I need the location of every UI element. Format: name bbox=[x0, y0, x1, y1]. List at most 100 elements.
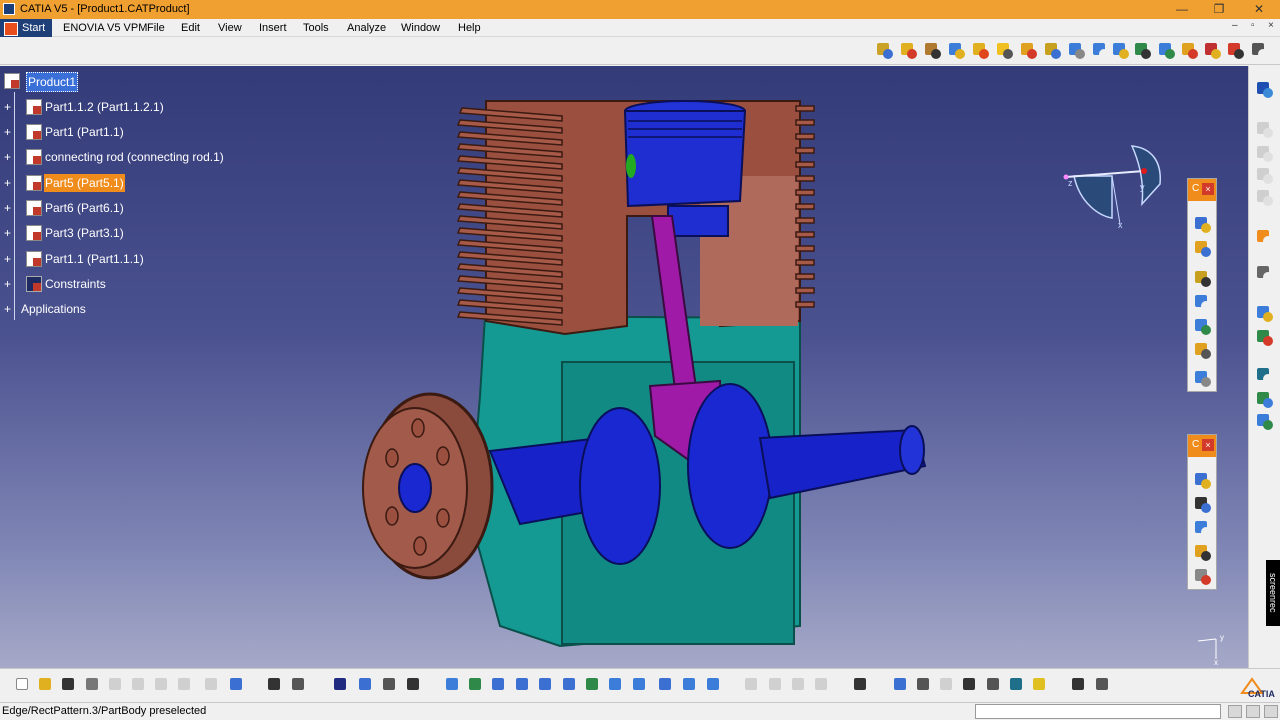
minimize-button[interactable]: — bbox=[1169, 1, 1195, 17]
restore-button[interactable]: ❐ bbox=[1206, 1, 1232, 17]
shading-mode-icon[interactable] bbox=[657, 676, 677, 696]
expand-icon[interactable]: + bbox=[4, 126, 14, 138]
new-file-icon[interactable] bbox=[14, 676, 34, 696]
normal-view-icon[interactable] bbox=[584, 676, 604, 696]
product-management-icon[interactable] bbox=[1193, 215, 1213, 235]
zoom-in-icon[interactable] bbox=[537, 676, 557, 696]
expand-icon[interactable]: + bbox=[4, 177, 14, 189]
floating-toolbar-1[interactable]: C × bbox=[1187, 178, 1217, 392]
rotate-icon[interactable] bbox=[1255, 366, 1275, 386]
menu-enovia[interactable]: ENOVIA V5 VPM bbox=[63, 19, 147, 37]
tree-node-part6[interactable]: + Part6 (Part6.1) bbox=[4, 199, 244, 217]
disabled-tool-icon[interactable] bbox=[1255, 188, 1275, 208]
material-icon[interactable] bbox=[1255, 328, 1275, 348]
expand-icon[interactable]: + bbox=[4, 278, 14, 290]
disabled-tool-icon[interactable] bbox=[767, 676, 787, 696]
status-button[interactable] bbox=[1264, 705, 1278, 718]
disabled-tool-icon[interactable] bbox=[790, 676, 810, 696]
status-button[interactable] bbox=[1228, 705, 1242, 718]
next-icon[interactable] bbox=[938, 676, 958, 696]
delete-icon[interactable] bbox=[1094, 676, 1114, 696]
expand-icon[interactable]: + bbox=[4, 227, 14, 239]
redo-icon[interactable] bbox=[203, 676, 223, 696]
mdi-close-button[interactable]: × bbox=[1268, 20, 1274, 31]
menu-view[interactable]: View bbox=[218, 19, 242, 37]
offset-constraint-icon[interactable] bbox=[1180, 41, 1200, 61]
menu-tools[interactable]: Tools bbox=[303, 19, 329, 37]
compass-icon[interactable]: z y x bbox=[1060, 144, 1170, 234]
menu-edit[interactable]: Edit bbox=[181, 19, 200, 37]
select-cursor-icon[interactable] bbox=[1255, 228, 1275, 248]
capture-icon[interactable] bbox=[852, 676, 872, 696]
isometric-view-icon[interactable] bbox=[631, 676, 651, 696]
measure-icon[interactable] bbox=[1193, 369, 1213, 389]
contact-constraint-icon[interactable] bbox=[1157, 41, 1177, 61]
manipulation-icon[interactable] bbox=[1043, 41, 1063, 61]
graph-tree-reorder-icon[interactable] bbox=[971, 41, 991, 61]
axis-system-icon[interactable] bbox=[1193, 293, 1213, 313]
disabled-tool-icon[interactable] bbox=[1255, 166, 1275, 186]
catia-app-icon[interactable] bbox=[3, 3, 15, 15]
expand-icon[interactable]: + bbox=[4, 151, 14, 163]
tree-node-connecting-rod[interactable]: + connecting rod (connecting rod.1) bbox=[4, 148, 244, 166]
assembly-features-icon[interactable] bbox=[1193, 239, 1213, 259]
power-input-field[interactable] bbox=[975, 704, 1221, 719]
first-icon[interactable] bbox=[915, 676, 935, 696]
layer-icon[interactable] bbox=[1255, 390, 1275, 410]
clash-icon[interactable] bbox=[1193, 317, 1213, 337]
menu-file[interactable]: File bbox=[147, 19, 165, 37]
filter-icon[interactable] bbox=[985, 676, 1005, 696]
open-folder-icon[interactable] bbox=[37, 676, 57, 696]
status-button[interactable] bbox=[1246, 705, 1260, 718]
publication-icon[interactable] bbox=[1193, 543, 1213, 563]
expand-icon[interactable]: + bbox=[4, 202, 14, 214]
print-icon[interactable] bbox=[84, 676, 104, 696]
table-icon[interactable] bbox=[332, 676, 352, 696]
whats-this-icon[interactable] bbox=[228, 676, 248, 696]
menu-window[interactable]: Window bbox=[401, 19, 440, 37]
rotate-view-icon[interactable] bbox=[514, 676, 534, 696]
tools-icon[interactable] bbox=[1193, 567, 1213, 587]
section-icon[interactable] bbox=[1193, 341, 1213, 361]
tree-node-constraints[interactable]: + Constraints bbox=[4, 275, 244, 293]
product-icon[interactable] bbox=[875, 41, 895, 61]
start-menu[interactable]: Start bbox=[0, 19, 52, 37]
snap-icon[interactable] bbox=[1067, 41, 1087, 61]
menu-analyze[interactable]: Analyze bbox=[347, 19, 386, 37]
explode-icon[interactable] bbox=[1091, 41, 1111, 61]
tree-node-part1-1-2[interactable]: + Part1.1.2 (Part1.1.2.1) bbox=[4, 98, 244, 116]
menu-help[interactable]: Help bbox=[458, 19, 481, 37]
generate-numbering-icon[interactable] bbox=[995, 41, 1015, 61]
scenes-icon[interactable] bbox=[1193, 471, 1213, 491]
mdi-minimize-button[interactable]: – bbox=[1232, 20, 1238, 31]
save-icon[interactable] bbox=[60, 676, 80, 696]
knowledge-icon[interactable] bbox=[357, 676, 377, 696]
fix-component-icon[interactable] bbox=[1226, 41, 1246, 61]
toolbar-drag-handle[interactable]: C × bbox=[1188, 179, 1216, 201]
target-icon[interactable] bbox=[892, 676, 912, 696]
hide-show-icon[interactable] bbox=[681, 676, 701, 696]
stop-manipulate-on-clash-icon[interactable] bbox=[1111, 41, 1131, 61]
undo-icon[interactable] bbox=[176, 676, 196, 696]
design-table-icon[interactable] bbox=[405, 676, 425, 696]
close-button[interactable]: ✕ bbox=[1246, 1, 1272, 17]
disabled-tool-icon[interactable] bbox=[1255, 120, 1275, 140]
disabled-tool-icon[interactable] bbox=[743, 676, 763, 696]
existing-component-icon[interactable] bbox=[923, 41, 943, 61]
search-icon[interactable] bbox=[961, 676, 981, 696]
mdi-restore-button[interactable]: ▫ bbox=[1251, 20, 1255, 31]
catalog-icon[interactable] bbox=[381, 676, 401, 696]
move-icon[interactable] bbox=[1193, 269, 1213, 289]
tree-node-part5[interactable]: + Part5 (Part5.1) bbox=[4, 174, 244, 192]
expand-icon[interactable]: + bbox=[4, 101, 14, 113]
fly-mode-icon[interactable] bbox=[444, 676, 464, 696]
floating-toolbar-2[interactable]: C × bbox=[1187, 434, 1217, 590]
tree-node-part1-1[interactable]: + Part1.1 (Part1.1.1) bbox=[4, 250, 244, 268]
tree-node-product1[interactable]: Product1 bbox=[2, 72, 202, 92]
bill-of-material-icon[interactable] bbox=[1193, 495, 1213, 515]
close-icon[interactable]: × bbox=[1202, 439, 1214, 451]
swap-icon[interactable] bbox=[1070, 676, 1090, 696]
multi-instantiation-icon[interactable] bbox=[1019, 41, 1039, 61]
angle-constraint-icon[interactable] bbox=[1203, 41, 1223, 61]
zoom-out-icon[interactable] bbox=[561, 676, 581, 696]
